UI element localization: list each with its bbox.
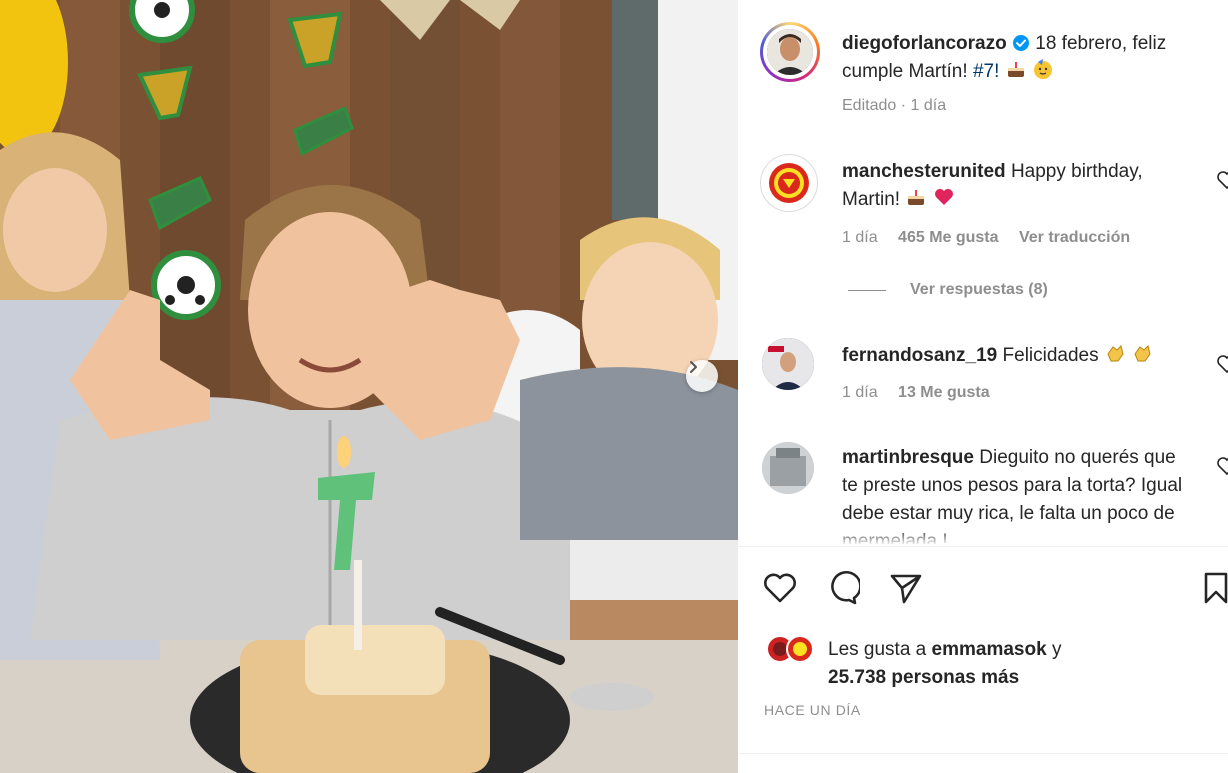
comment-text: Felicidades: [1002, 345, 1099, 366]
commenter-avatar[interactable]: [762, 338, 814, 390]
divider: [738, 546, 1228, 547]
translate-link[interactable]: Ver traducción: [1019, 229, 1130, 246]
save-button[interactable]: [1198, 570, 1228, 606]
liker-username[interactable]: emmamasok: [932, 639, 1047, 660]
author-username[interactable]: diegoforlancorazo: [842, 33, 1007, 54]
story-ring[interactable]: [760, 22, 820, 82]
comment-meta: 1 día 465 Me gusta Ver traducción: [842, 229, 1146, 247]
comment-username[interactable]: fernandosanz_19: [842, 345, 997, 366]
edited-separator: ·: [900, 97, 907, 114]
clapping-hands-emoji-icon: [1107, 345, 1124, 362]
speech-bubble-icon: [831, 570, 862, 605]
red-heart-emoji-icon: [934, 189, 953, 205]
cake-emoji-icon: [1007, 62, 1024, 77]
comment-item: fernandosanz_19 Felicidades: [842, 342, 1202, 370]
divider: [738, 753, 1228, 754]
comment-like-button[interactable]: [1216, 170, 1228, 190]
heart-outline-icon: [1217, 355, 1228, 374]
party-face-emoji-icon: [1033, 59, 1052, 79]
post-photo: [0, 0, 738, 773]
comment-button[interactable]: [824, 570, 862, 606]
post-timestamp[interactable]: HACE UN DÍA: [764, 702, 861, 718]
post-caption: diegoforlancorazo 18 febrero, feliz cump…: [842, 30, 1222, 86]
comments-fade: [738, 528, 1228, 546]
caption-hashtag[interactable]: #7!: [973, 61, 999, 82]
comment-time: 1 día: [842, 229, 878, 246]
comment-like-button[interactable]: [1216, 456, 1228, 476]
commenter-avatar-image: [762, 338, 814, 390]
heart-outline-icon: [1217, 171, 1228, 190]
likes-count[interactable]: 25.738 personas más: [828, 667, 1019, 688]
cake-emoji-icon: [908, 190, 925, 205]
commenter-avatar[interactable]: [760, 154, 818, 212]
liker-avatars-image: [766, 635, 814, 663]
chevron-right-icon: [690, 361, 697, 373]
instagram-post-view: diegoforlancorazo 18 febrero, feliz cump…: [0, 0, 1228, 773]
post-sidebar: diegoforlancorazo 18 febrero, feliz cump…: [738, 0, 1228, 773]
heart-outline-icon: [1217, 457, 1228, 476]
author-avatar-image: [767, 29, 813, 75]
comment-item: manchesterunited Happy birthday, Martin!: [842, 158, 1202, 214]
comment-meta: 1 día 13 Me gusta: [842, 384, 1006, 402]
bookmark-icon: [1204, 572, 1228, 604]
comment-like-button[interactable]: [1216, 354, 1228, 374]
verified-badge-icon: [1012, 35, 1029, 51]
action-bar: [762, 570, 1228, 606]
likes-prefix: Les gusta a: [828, 639, 927, 660]
heart-outline-icon: [764, 573, 796, 603]
view-replies-button[interactable]: Ver respuestas (8): [848, 281, 1048, 299]
view-replies-label: Ver respuestas (8): [910, 281, 1048, 298]
liker-avatars[interactable]: [766, 634, 822, 664]
commenter-avatar[interactable]: [762, 442, 814, 494]
author-avatar[interactable]: [767, 29, 813, 75]
edited-label: Editado: [842, 97, 897, 114]
caption-meta: Editado · 1 día: [842, 97, 946, 115]
birthday-photo-illustration: [0, 0, 738, 773]
edited-time: 1 día: [910, 97, 947, 114]
clapping-hands-emoji-icon: [1134, 345, 1151, 362]
commenter-avatar-image: [762, 442, 814, 494]
paper-plane-icon: [890, 574, 922, 604]
next-image-button[interactable]: [686, 360, 718, 392]
like-button[interactable]: [762, 570, 798, 606]
comment-time: 1 día: [842, 384, 878, 401]
comment-username[interactable]: manchesterunited: [842, 161, 1006, 182]
manchester-united-crest-icon: [769, 163, 809, 203]
share-button[interactable]: [888, 570, 924, 606]
comment-likes[interactable]: 13 Me gusta: [898, 384, 990, 401]
likes-summary: Les gusta a emmamasok y 25.738 personas …: [828, 636, 1061, 692]
comment-username[interactable]: martinbresque: [842, 447, 974, 468]
likes-joiner: y: [1051, 639, 1062, 660]
comment-likes[interactable]: 465 Me gusta: [898, 229, 998, 246]
